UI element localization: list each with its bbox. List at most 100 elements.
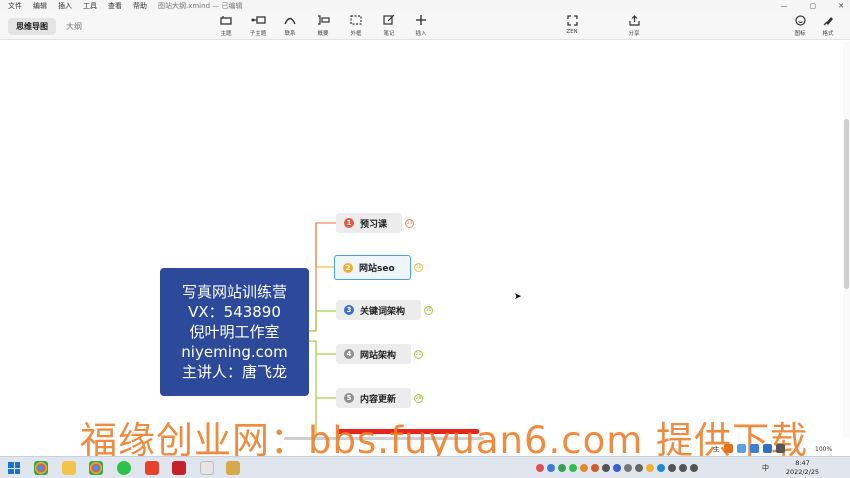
- branch-label: 内容更新: [360, 394, 397, 405]
- priority-4-icon: 4: [344, 349, 354, 359]
- windows-start-icon[interactable]: [8, 462, 20, 474]
- tray-app-icon[interactable]: [580, 464, 588, 472]
- tray-app-icon[interactable]: [646, 464, 654, 472]
- input-language[interactable]: 中: [762, 463, 769, 473]
- media-player-icon[interactable]: [226, 461, 240, 475]
- wps-icon[interactable]: [172, 461, 186, 475]
- format-panel-button[interactable]: 格式: [813, 13, 843, 37]
- summary-label: 概要: [317, 31, 329, 37]
- collapse-count-badge[interactable]: 14: [405, 219, 414, 228]
- microphone-icon[interactable]: [736, 443, 746, 453]
- topic-button[interactable]: 主题: [211, 13, 241, 37]
- collapse-count-badge[interactable]: 28: [414, 394, 423, 403]
- connector-1: [309, 222, 336, 332]
- priority-1-icon: 1: [344, 218, 354, 228]
- zoom-level[interactable]: 100%: [815, 446, 832, 453]
- relationship-label: 联系: [284, 31, 296, 37]
- grid-icon[interactable]: [775, 443, 785, 453]
- zen-button[interactable]: ZEN: [557, 13, 587, 35]
- ime-s-icon[interactable]: [723, 443, 733, 453]
- clock-time: 8:47: [795, 459, 810, 467]
- subtopic-icon: [243, 13, 273, 27]
- topic-icon: [211, 13, 241, 27]
- close-button[interactable]: ✕: [838, 2, 844, 10]
- xmind-icon[interactable]: [145, 461, 159, 475]
- network-icon[interactable]: [635, 464, 643, 472]
- clock-date: 2022/2/25: [785, 468, 820, 476]
- chrome-icon[interactable]: [34, 461, 48, 475]
- branch-topic-2[interactable]: 2 网站seo: [334, 255, 411, 280]
- menu-file[interactable]: 文件: [8, 1, 22, 11]
- vertical-scroll-thumb[interactable]: [844, 119, 849, 289]
- system-clock[interactable]: 8:47 2022/2/25: [780, 459, 825, 477]
- status-label: 主: [713, 445, 720, 453]
- menu-insert[interactable]: 插入: [58, 1, 72, 11]
- tray-wechat-icon[interactable]: [569, 464, 577, 472]
- menu-view[interactable]: 查看: [108, 1, 122, 11]
- priority-5-icon: 5: [344, 393, 354, 403]
- tray-app-icon[interactable]: [558, 464, 566, 472]
- status-cluster: 主: [713, 441, 785, 455]
- system-tray: [536, 462, 698, 474]
- document-icon[interactable]: [200, 461, 214, 475]
- boundary-button[interactable]: 外框: [341, 13, 371, 37]
- window-controls: — ▢ ✕: [781, 0, 845, 11]
- file-explorer-icon[interactable]: [62, 461, 76, 475]
- tray-app-icon[interactable]: [602, 464, 610, 472]
- keyboard-icon[interactable]: [749, 443, 759, 453]
- central-line-4: niyeming.com: [181, 343, 288, 361]
- collapse-count-badge[interactable]: 10: [424, 306, 433, 315]
- menu-tools[interactable]: 工具: [83, 1, 97, 11]
- share-icon: [619, 13, 649, 27]
- boundary-label: 外框: [350, 31, 362, 37]
- central-line-5: 主讲人：唐飞龙: [181, 363, 287, 381]
- tray-app-icon[interactable]: [591, 464, 599, 472]
- zen-label: ZEN: [566, 29, 578, 35]
- collapse-count-badge[interactable]: 11: [414, 350, 423, 359]
- battery-icon[interactable]: [668, 464, 676, 472]
- collapse-count-badge[interactable]: 11: [414, 263, 423, 272]
- tab-mindmap[interactable]: 思维导图: [8, 18, 56, 35]
- central-topic[interactable]: 写真网站训练营 VX：543890 倪叶明工作室 niyeming.com 主讲…: [160, 268, 309, 396]
- connector-lines: [309, 222, 336, 438]
- minimize-button[interactable]: —: [781, 2, 788, 10]
- branch-label: 网站seo: [359, 264, 395, 274]
- toolbar: 思维导图 大纲 主题 子主题 联系 概要 外框 笔记 插入 ZEN 分享 图标 …: [0, 11, 850, 40]
- note-button[interactable]: 笔记: [374, 13, 404, 37]
- brush-icon: [813, 13, 843, 27]
- tray-app-icon[interactable]: [613, 464, 621, 472]
- menu-help[interactable]: 帮助: [133, 1, 147, 11]
- insert-button[interactable]: 插入: [406, 13, 436, 37]
- chrome-icon-2[interactable]: [89, 461, 103, 475]
- subtopic-button[interactable]: 子主题: [243, 13, 273, 37]
- tray-app-icon[interactable]: [657, 464, 665, 472]
- branch-topic-4[interactable]: 4 网站架构: [336, 344, 411, 364]
- plus-icon: [406, 13, 436, 27]
- tab-outline[interactable]: 大纲: [66, 21, 82, 32]
- boundary-icon: [341, 13, 371, 27]
- view-tabs: 思维导图 大纲: [8, 18, 82, 35]
- share-button[interactable]: 分享: [619, 13, 649, 37]
- maximize-button[interactable]: ▢: [810, 2, 817, 10]
- wifi-icon[interactable]: [690, 464, 698, 472]
- summary-button[interactable]: 概要: [308, 13, 338, 37]
- connector-4: [309, 340, 336, 355]
- icon-panel-button[interactable]: 图标: [785, 13, 815, 37]
- speaker-icon[interactable]: [679, 464, 687, 472]
- subtopic-label: 子主题: [249, 31, 267, 37]
- tray-app-icon[interactable]: [536, 464, 544, 472]
- mouse-cursor-icon: ➤: [514, 292, 522, 302]
- relationship-button[interactable]: 联系: [275, 13, 305, 37]
- shirt-icon[interactable]: [762, 443, 772, 453]
- tray-app-icon[interactable]: [624, 464, 632, 472]
- branch-topic-1[interactable]: 1 预习课: [336, 213, 402, 233]
- tray-app-icon[interactable]: [547, 464, 555, 472]
- branch-label: 网站架构: [360, 350, 397, 361]
- topic-label: 主题: [220, 31, 232, 37]
- menu-edit[interactable]: 编辑: [33, 1, 47, 11]
- branch-topic-3[interactable]: 3 关键词架构: [336, 300, 421, 320]
- vertical-scrollbar[interactable]: [843, 41, 850, 438]
- branch-topic-5[interactable]: 5 内容更新: [336, 388, 411, 408]
- wechat-icon[interactable]: [117, 461, 131, 475]
- mindmap-canvas[interactable]: [0, 41, 843, 438]
